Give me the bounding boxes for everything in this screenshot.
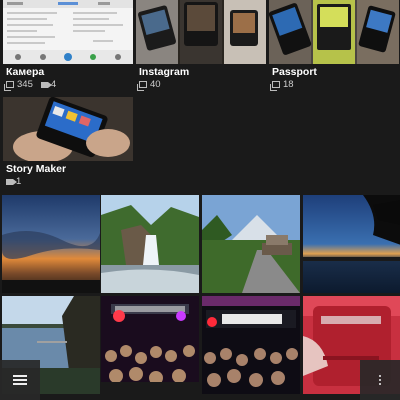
video-count-icon [6,178,13,185]
photo-tile-blackberry-stage[interactable] [202,296,300,394]
album-counts: 18 [270,79,294,91]
album-cover-passport [269,0,399,64]
photo-count: 345 [17,79,33,90]
album-cover-story-maker [3,97,133,161]
photo-tile-sunset-sky[interactable] [2,195,100,293]
photo-tile-mountain-road[interactable] [202,195,300,293]
album-counts: 345 4 [4,79,56,91]
photo-grid [0,195,400,400]
album-section: Камера 345 4 Instagram 40 Passport 18 St… [0,0,400,196]
photo-count: 18 [283,79,294,90]
album-cover-camera [3,0,133,64]
menu-icon [13,373,27,387]
overflow-button[interactable] [360,360,400,400]
menu-button[interactable] [0,360,40,400]
photo-count: 40 [150,79,161,90]
photo-tile-waterfall[interactable] [101,195,199,293]
album-cover-instagram [136,0,266,64]
photo-tile-lake-dusk[interactable] [303,195,400,293]
photo-count-icon [4,81,14,91]
photo-tile-concert-crowd[interactable] [101,296,199,394]
album-counts: 40 [137,79,161,91]
photo-count-icon [137,81,147,91]
photo-count-icon [270,81,280,91]
album-name: Instagram [139,66,190,78]
video-count-icon [40,81,48,88]
album-name: Passport [272,66,317,78]
album-counts: 1 [6,176,21,187]
album-name: Story Maker [6,163,67,175]
overflow-icon [378,373,382,387]
album-name: Камера [6,66,45,78]
